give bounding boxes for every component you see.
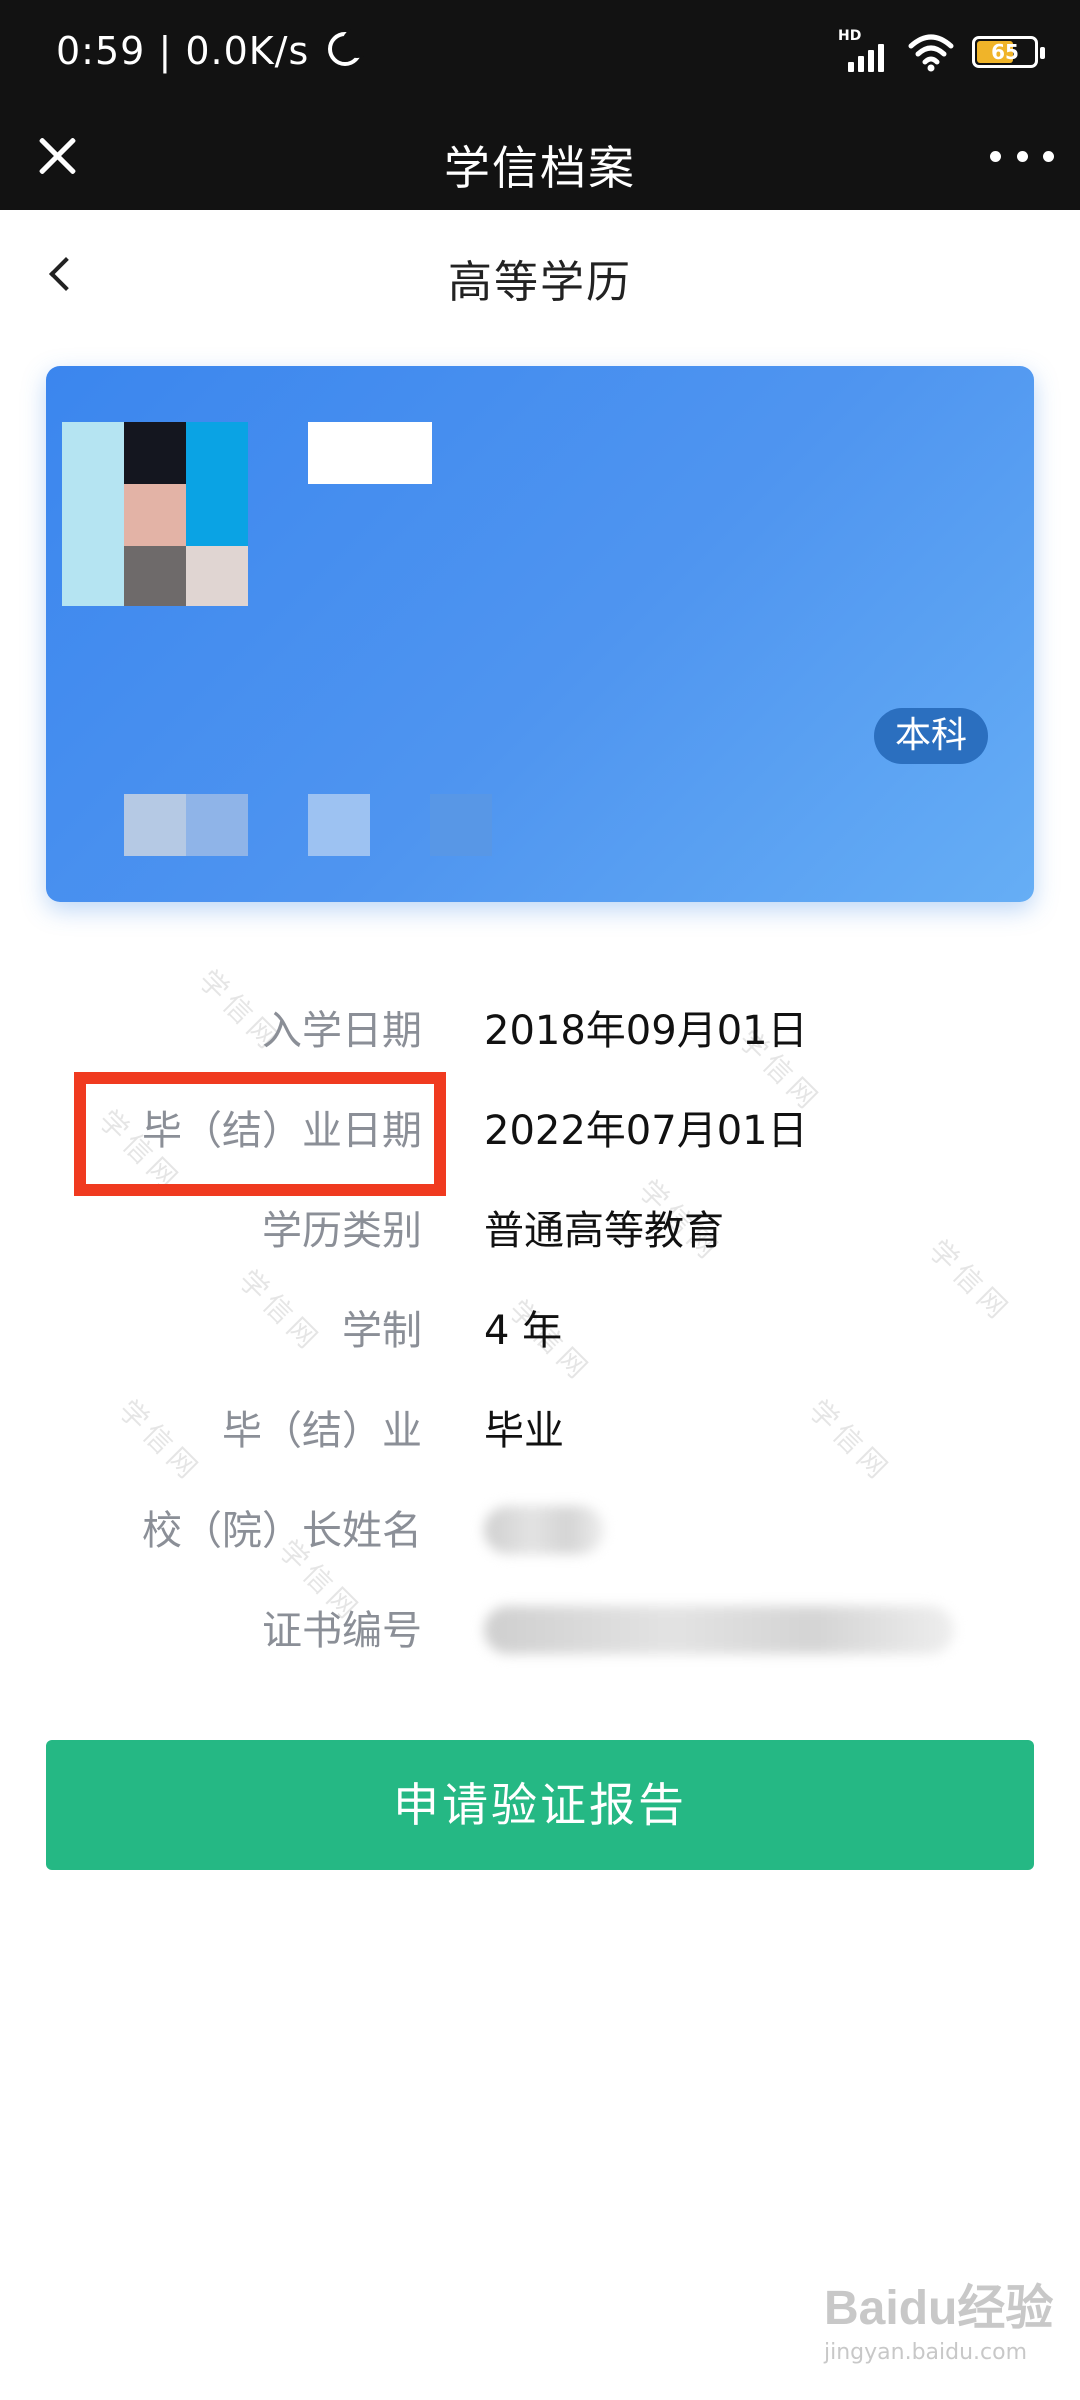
detail-value: 4 年 bbox=[484, 1308, 563, 1354]
page-title: 高等学历 bbox=[448, 257, 632, 308]
detail-value: 毕业 bbox=[484, 1408, 564, 1454]
watermark-url: jingyan.baidu.com bbox=[824, 2340, 1028, 2365]
student-name-redacted bbox=[308, 422, 432, 484]
status-icons: HD 65 bbox=[838, 28, 1045, 74]
certificate-number-redacted bbox=[484, 1606, 954, 1654]
detail-label: 证书编号 bbox=[262, 1608, 422, 1654]
more-options-icon[interactable] bbox=[990, 144, 1054, 168]
detail-row-graduation-status: 毕（结）业 毕业 bbox=[0, 1398, 1080, 1468]
app-bar: 学信档案 bbox=[0, 104, 1080, 210]
apply-verification-report-button[interactable]: 申请验证报告 bbox=[46, 1740, 1034, 1870]
detail-row-certificate-number: 证书编号 bbox=[0, 1598, 1080, 1668]
detail-row-enrollment-date: 入学日期 2018年09月01日 bbox=[0, 998, 1080, 1068]
detail-label: 学制 bbox=[342, 1308, 422, 1354]
clock: 0:59 bbox=[56, 29, 146, 73]
network-speed: 0.0K/s bbox=[185, 29, 310, 73]
watermark-brand: Baidu经验 bbox=[824, 2282, 1054, 2335]
president-name-redacted bbox=[484, 1506, 604, 1554]
detail-label: 学历类别 bbox=[262, 1208, 422, 1254]
detail-label: 入学日期 bbox=[262, 1008, 422, 1054]
detail-label: 校（院）长姓名 bbox=[142, 1508, 422, 1554]
battery-level: 65 bbox=[991, 40, 1019, 64]
app-title: 学信档案 bbox=[444, 141, 636, 195]
wifi-icon bbox=[908, 34, 954, 72]
detail-value: 普通高等教育 bbox=[484, 1208, 724, 1254]
detail-label: 毕（结）业 bbox=[222, 1408, 422, 1454]
signal-icon: HD bbox=[838, 28, 890, 72]
detail-value: 2018年09月01日 bbox=[484, 1008, 808, 1054]
page-header: 高等学历 bbox=[0, 210, 1080, 340]
hd-label: HD bbox=[838, 28, 862, 44]
degree-badge: 本科 bbox=[874, 708, 988, 764]
highlight-annotation-box bbox=[74, 1072, 446, 1196]
avatar bbox=[62, 422, 248, 606]
footer-watermark: Baidu经验 jingyan.baidu.com bbox=[824, 2268, 1064, 2378]
detail-value: 2022年07月01日 bbox=[484, 1108, 808, 1154]
status-time-and-speed: 0:59 | 0.0K/s bbox=[56, 26, 373, 73]
student-card: 本科 bbox=[46, 366, 1034, 902]
card-info-redacted bbox=[124, 794, 186, 856]
detail-row-duration: 学制 4 年 bbox=[0, 1298, 1080, 1368]
detail-row-president-name: 校（院）长姓名 bbox=[0, 1498, 1080, 1568]
detail-row-education-category: 学历类别 普通高等教育 bbox=[0, 1198, 1080, 1268]
status-bar: 0:59 | 0.0K/s HD 65 bbox=[0, 0, 1080, 104]
battery-icon: 65 bbox=[972, 36, 1045, 68]
do-not-disturb-icon bbox=[328, 28, 373, 70]
